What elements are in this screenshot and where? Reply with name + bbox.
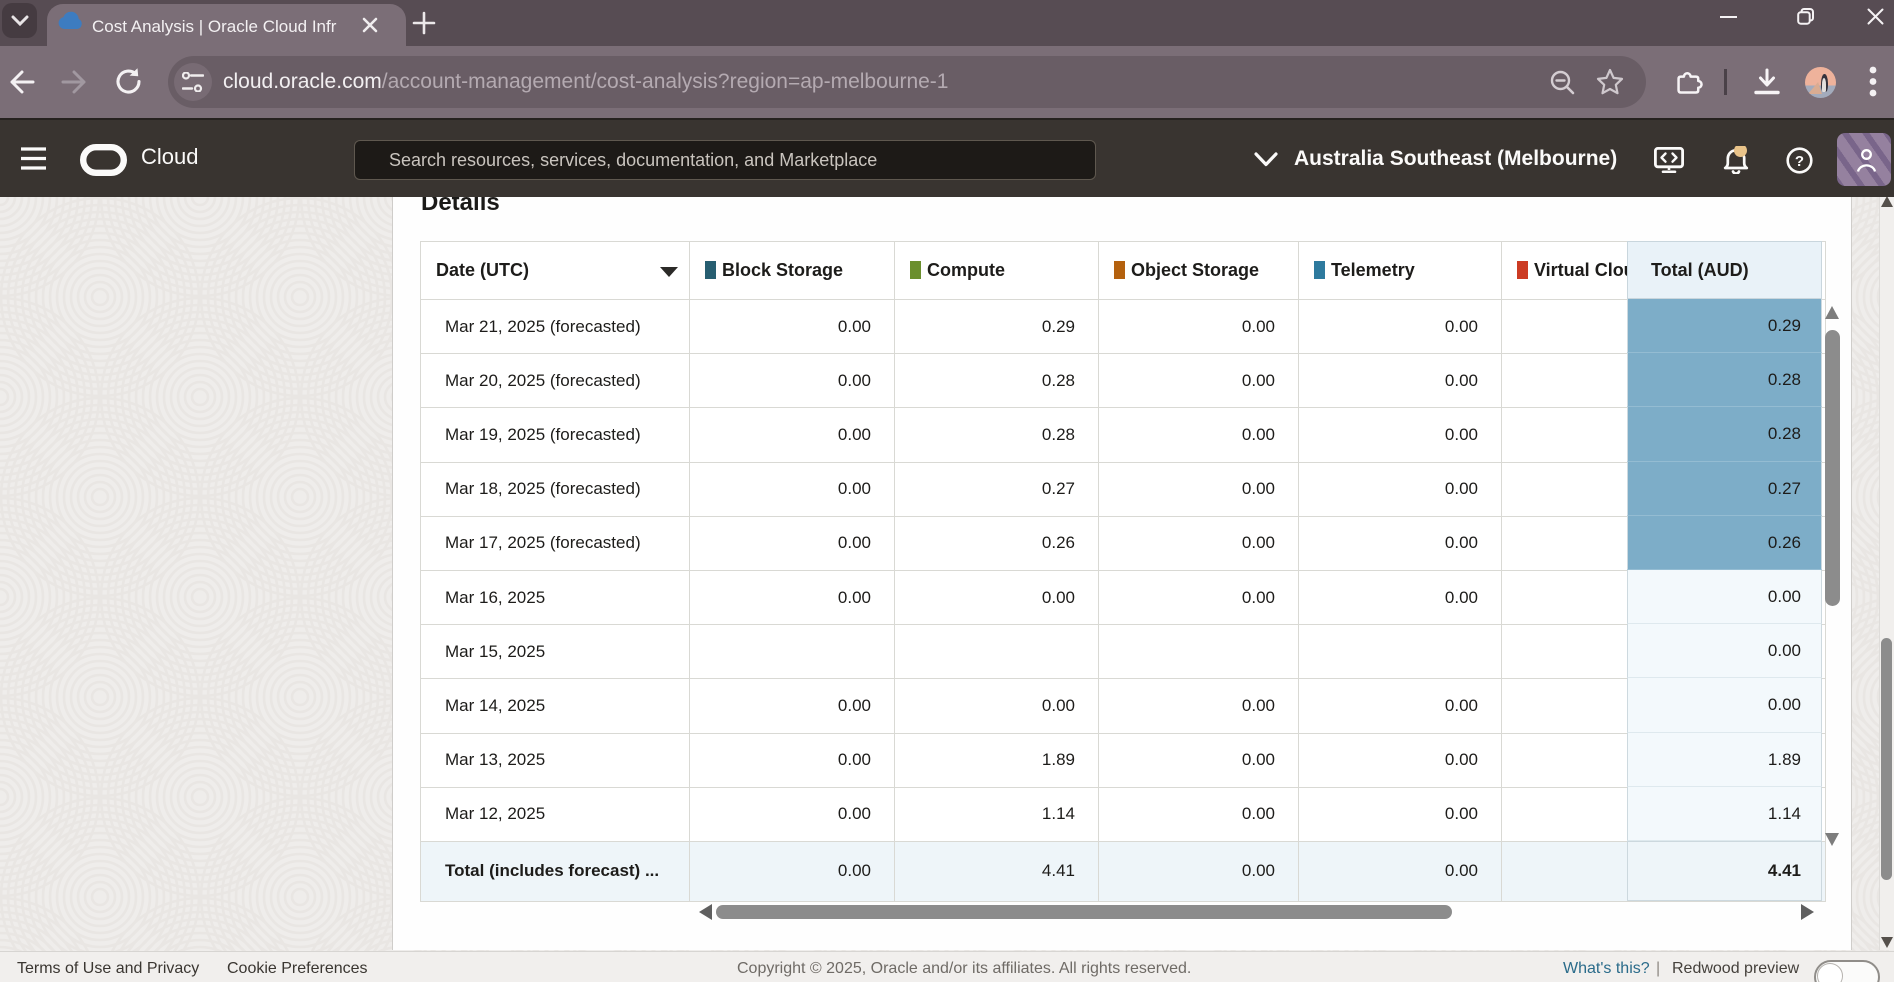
svg-text:?: ? <box>1795 153 1804 170</box>
